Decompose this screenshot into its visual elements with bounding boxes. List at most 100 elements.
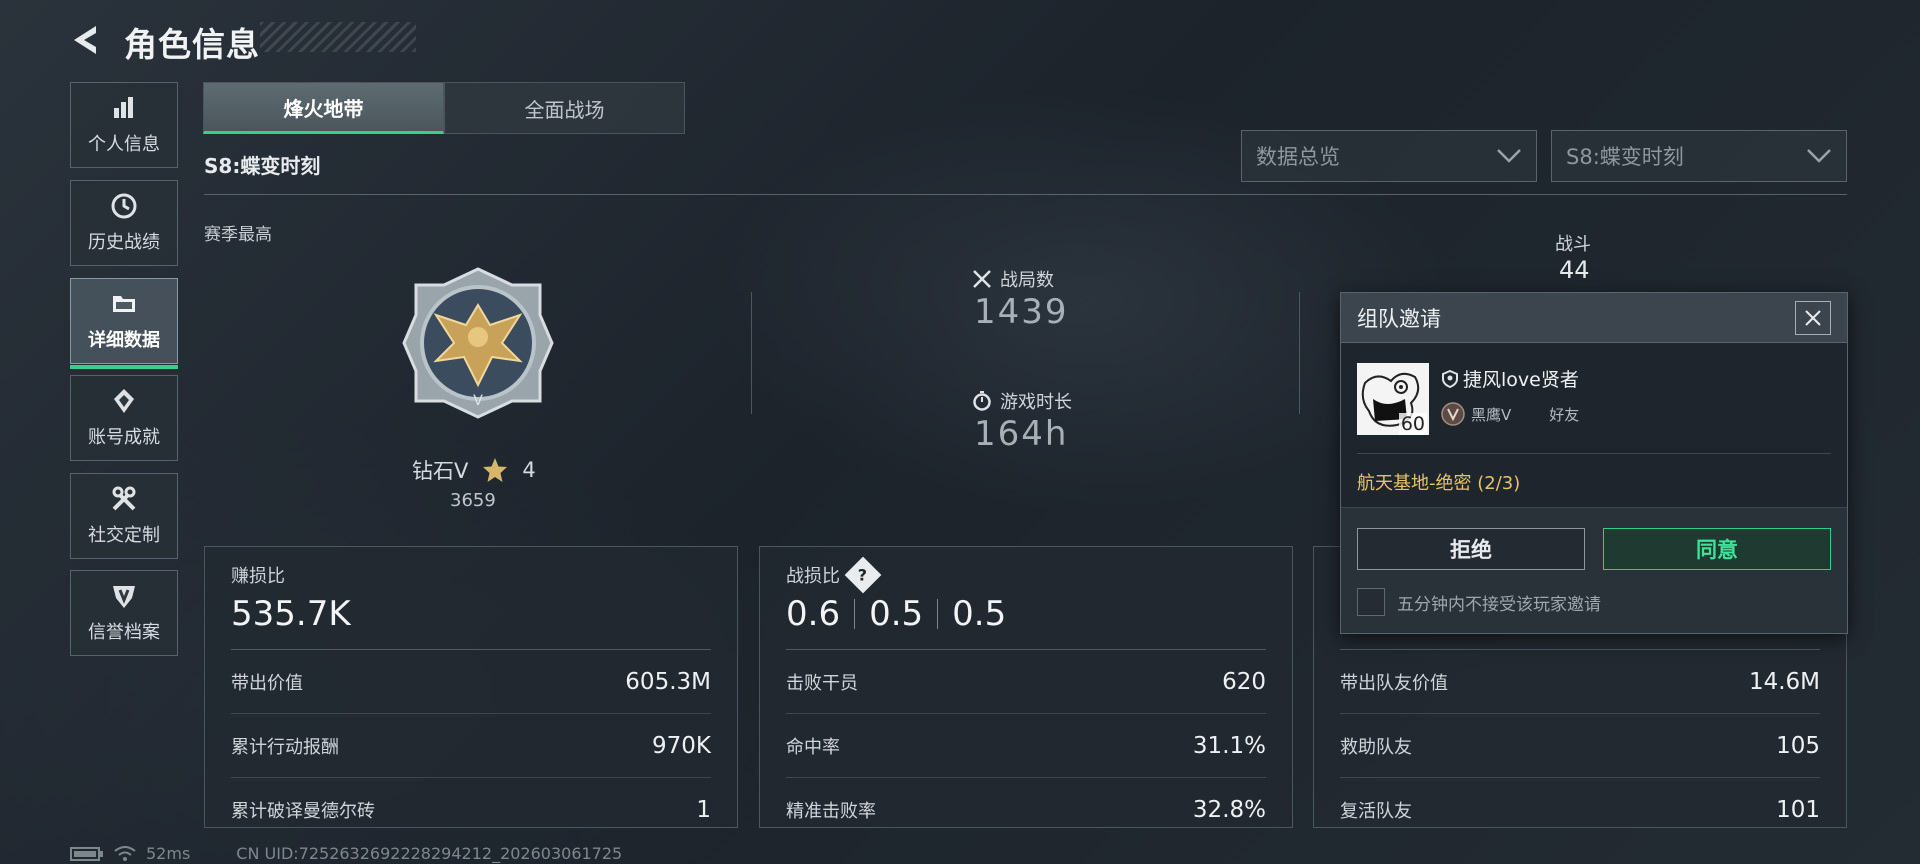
crossed-swords-icon bbox=[973, 270, 991, 288]
stat-value: 101 bbox=[1776, 797, 1820, 823]
divider bbox=[854, 599, 856, 629]
stat-row: 命中率 31.1% bbox=[786, 714, 1266, 778]
kd-value: 0.5 bbox=[952, 594, 1007, 634]
help-icon-glyph: ? bbox=[858, 565, 868, 585]
stat-row: 复活队友 101 bbox=[1340, 778, 1820, 842]
overview-dropdown-value: 数据总览 bbox=[1256, 145, 1340, 169]
stat-row: 救助队友 105 bbox=[1340, 714, 1820, 778]
season-dropdown[interactable]: S8:蝶变时刻 bbox=[1551, 130, 1847, 182]
sidebar-item-achievements[interactable]: 账号成就 bbox=[70, 375, 178, 461]
avatar[interactable]: 60 bbox=[1357, 363, 1429, 435]
divider bbox=[1357, 453, 1831, 454]
combat-label: 战斗 bbox=[1555, 234, 1591, 255]
dialog-actions: 拒绝 同意 五分钟内不接受该玩家邀请 bbox=[1341, 507, 1847, 633]
stat-value: 14.6M bbox=[1748, 668, 1820, 695]
overview-dropdown[interactable]: 数据总览 bbox=[1241, 130, 1537, 182]
stat-label: 精准击败率 bbox=[786, 801, 876, 822]
stat-value: 32.8% bbox=[1192, 797, 1266, 823]
rank-info: 钻石V 4 bbox=[412, 455, 536, 485]
close-icon bbox=[1805, 309, 1821, 326]
kd-value: 0.5 bbox=[869, 594, 924, 634]
rank-emblem-icon bbox=[1441, 402, 1465, 426]
playtime-label-text: 游戏时长 bbox=[1000, 392, 1072, 413]
verified-shield-icon bbox=[1442, 369, 1458, 388]
stat-value: 605.3M bbox=[625, 668, 711, 695]
sidebar-item-details[interactable]: 详细数据 bbox=[70, 278, 178, 369]
stat-row: 带出价值 605.3M bbox=[231, 650, 711, 714]
achievement-icon bbox=[114, 389, 134, 413]
inviter-info: 60 捷风love贤者 黑鹰V 好友 bbox=[1357, 363, 1579, 435]
kd-values: 0.6 0.5 0.5 bbox=[786, 593, 1266, 635]
stat-label: 带出价值 bbox=[231, 672, 303, 694]
mode-tabs: 烽火地带 全面战场 bbox=[203, 82, 685, 134]
sidebar-item-history[interactable]: 历史战绩 bbox=[70, 180, 178, 266]
credit-shield-icon bbox=[113, 586, 135, 608]
player-level: 60 bbox=[1398, 413, 1427, 435]
stat-value: 1 bbox=[696, 797, 711, 823]
folder-icon bbox=[113, 296, 135, 312]
block-invites-option[interactable]: 五分钟内不接受该玩家邀请 bbox=[1357, 588, 1601, 616]
dialog-header: 组队邀请 bbox=[1341, 293, 1847, 343]
close-button[interactable] bbox=[1795, 300, 1831, 335]
stat-label: 带出队友价值 bbox=[1340, 672, 1448, 694]
stat-label: 累计破译曼德尔砖 bbox=[231, 801, 375, 822]
tab-hazard-zone[interactable]: 烽火地带 bbox=[203, 82, 444, 134]
header: 角色信息 bbox=[0, 0, 1920, 80]
kd-value: 0.6 bbox=[786, 594, 841, 634]
sidebar-item-social[interactable]: 社交定制 bbox=[70, 473, 178, 559]
sidebar-item-label: 详细数据 bbox=[88, 330, 160, 351]
sidebar-item-profile[interactable]: 个人信息 bbox=[70, 82, 178, 168]
tools-icon bbox=[112, 486, 136, 511]
sidebar-item-credit[interactable]: 信誉档案 bbox=[70, 570, 178, 656]
stopwatch-icon bbox=[973, 391, 991, 411]
uid-text: CN UID:7252632692228294212_202603061725 bbox=[236, 844, 623, 863]
stat-row: 累计破译曼德尔砖 1 bbox=[231, 778, 711, 842]
dialog-title: 组队邀请 bbox=[1357, 306, 1441, 331]
stat-row: 精准击败率 32.8% bbox=[786, 778, 1266, 842]
inviter-rank: 黑鹰V bbox=[1471, 405, 1512, 424]
combat-value: 44 bbox=[1559, 256, 1590, 284]
rank-stars: 4 bbox=[522, 458, 536, 482]
block-invites-checkbox[interactable] bbox=[1357, 588, 1385, 616]
sidebar-item-label: 信誉档案 bbox=[88, 622, 160, 643]
inviter-text: 捷风love贤者 黑鹰V 好友 bbox=[1441, 363, 1579, 435]
divider bbox=[1299, 292, 1300, 414]
stat-value: 620 bbox=[1222, 668, 1266, 695]
stat-row: 击败干员 620 bbox=[786, 650, 1266, 714]
stat-value: 970K bbox=[652, 732, 711, 759]
divider bbox=[937, 599, 939, 629]
sidebar-item-label: 个人信息 bbox=[88, 134, 160, 155]
inviter-name: 捷风love贤者 bbox=[1463, 369, 1579, 391]
sidebar-item-label: 历史战绩 bbox=[88, 232, 160, 253]
page-title: 角色信息 bbox=[124, 25, 260, 64]
history-clock-icon bbox=[111, 193, 137, 219]
playtime-label: 游戏时长 bbox=[972, 388, 1072, 414]
reject-button[interactable]: 拒绝 bbox=[1357, 528, 1585, 570]
invite-mode: 航天基地-绝密 (2/3) bbox=[1357, 473, 1521, 494]
inviter-name-row: 捷风love贤者 bbox=[1441, 365, 1579, 392]
inviter-sub-row: 黑鹰V 好友 bbox=[1441, 402, 1579, 426]
bar-chart-icon bbox=[114, 97, 133, 118]
help-icon[interactable]: ? bbox=[844, 556, 882, 594]
rank-score: 3659 bbox=[450, 490, 496, 511]
profit-ratio-value: 535.7K bbox=[231, 594, 351, 634]
team-invite-dialog: 组队邀请 60 捷风love贤者 黑鹰V 好友 航天基地-绝密 (2/3) 拒绝… bbox=[1340, 292, 1848, 634]
stat-label: 累计行动报酬 bbox=[231, 736, 339, 758]
stat-row: 累计行动报酬 970K bbox=[231, 714, 711, 778]
season-dropdown-value: S8:蝶变时刻 bbox=[1566, 145, 1684, 169]
kd-card: 战损比 ? 0.6 0.5 0.5 击败干员 620 命中率 31.1% 精准击败率… bbox=[759, 546, 1293, 828]
divider bbox=[204, 194, 1847, 195]
stat-label: 救助队友 bbox=[1340, 736, 1412, 758]
profit-card: 赚损比 535.7K 带出价值 605.3M 累计行动报酬 970K 累计破译曼德尔… bbox=[204, 546, 738, 828]
matches-value: 1439 bbox=[974, 292, 1069, 332]
tab-full-battlefield[interactable]: 全面战场 bbox=[444, 82, 685, 134]
matches-label: 战局数 bbox=[972, 266, 1054, 292]
kd-label: 战损比 ? bbox=[786, 556, 1266, 594]
accept-button[interactable]: 同意 bbox=[1603, 528, 1831, 570]
sidebar-item-label: 社交定制 bbox=[88, 525, 160, 546]
sidebar-item-label: 账号成就 bbox=[88, 427, 160, 448]
divider bbox=[751, 292, 752, 414]
back-arrow-icon[interactable] bbox=[66, 20, 106, 60]
kd-label-text: 战损比 bbox=[786, 566, 840, 587]
svg-text:V: V bbox=[473, 393, 483, 409]
